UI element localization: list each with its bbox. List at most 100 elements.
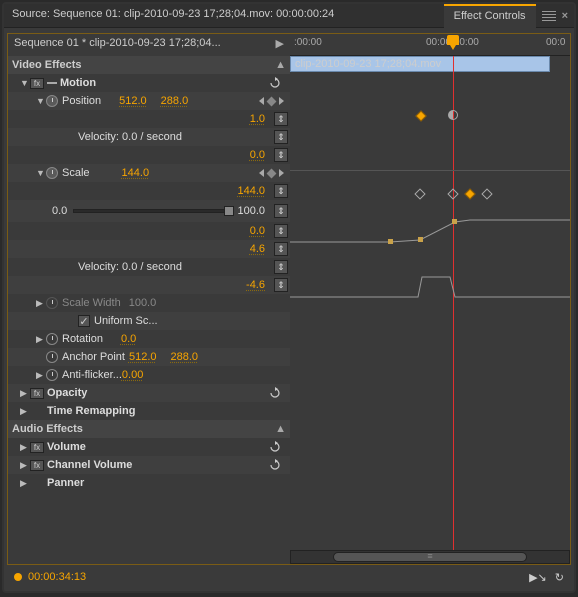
scale-slider[interactable] bbox=[73, 209, 231, 213]
keyframe-graph[interactable] bbox=[290, 72, 570, 548]
panner-label: Panner bbox=[47, 477, 84, 489]
twisty-closed-icon[interactable]: ▶ bbox=[36, 298, 46, 309]
keyframe-diamond[interactable] bbox=[447, 188, 458, 199]
channel-volume-row[interactable]: ▶ fx Channel Volume bbox=[8, 456, 290, 474]
anchor-x[interactable]: 512.0 bbox=[129, 351, 157, 363]
twisty-closed-icon[interactable]: ▶ bbox=[20, 460, 30, 471]
twisty-closed-icon[interactable]: ▶ bbox=[36, 334, 46, 345]
position-graph-min[interactable]: 0.0 bbox=[250, 149, 265, 161]
prev-keyframe-icon[interactable] bbox=[259, 97, 264, 105]
next-keyframe-icon[interactable] bbox=[279, 97, 284, 105]
graph-scale-button[interactable]: ⇕ bbox=[274, 278, 288, 292]
fx-badge-icon[interactable]: fx bbox=[30, 388, 44, 399]
keyframe-diamond[interactable] bbox=[415, 110, 426, 121]
playhead-marker[interactable] bbox=[447, 35, 459, 45]
add-keyframe-icon[interactable] bbox=[267, 96, 277, 106]
position-graph-max[interactable]: 1.0 bbox=[250, 113, 265, 125]
opacity-row[interactable]: ▶ fx Opacity bbox=[8, 384, 290, 402]
keyframe-diamond[interactable] bbox=[481, 188, 492, 199]
scale-vel-min[interactable]: -4.6 bbox=[246, 279, 265, 291]
position-x-value[interactable]: 512.0 bbox=[119, 95, 147, 107]
graph-scale-button[interactable]: ⇕ bbox=[274, 204, 288, 218]
antiflicker-label: Anti-flicker... bbox=[62, 369, 122, 381]
antiflicker-value[interactable]: 0.00 bbox=[122, 369, 143, 381]
keyframe-diamond[interactable] bbox=[464, 188, 475, 199]
loop-icon[interactable]: ↻ bbox=[555, 571, 564, 584]
position-row[interactable]: ▼ Position 512.0 288.0 bbox=[8, 92, 290, 110]
anchor-label: Anchor Point bbox=[62, 351, 125, 363]
reset-opacity-icon[interactable] bbox=[268, 387, 282, 399]
twisty-closed-icon[interactable]: ▶ bbox=[20, 406, 30, 417]
anchor-y[interactable]: 288.0 bbox=[171, 351, 199, 363]
collapse-icon[interactable]: ▲ bbox=[275, 423, 286, 435]
anchor-row[interactable]: ▶ Anchor Point 512.0 288.0 bbox=[8, 348, 290, 366]
stopwatch-icon[interactable] bbox=[46, 369, 58, 381]
sequence-path: Sequence 01 * clip-2010-09-23 17;28;04..… bbox=[8, 34, 290, 56]
graph-scale-button[interactable]: ⇕ bbox=[274, 260, 288, 274]
twisty-closed-icon[interactable]: ▶ bbox=[36, 370, 46, 381]
timeline-scrollbar[interactable] bbox=[290, 550, 570, 564]
clip-bar[interactable]: clip-2010-09-23 17;28;04.mov bbox=[290, 56, 550, 72]
time-ruler[interactable]: :00:00 00:00:30:00 00:0 bbox=[290, 34, 570, 56]
stopwatch-icon[interactable] bbox=[46, 333, 58, 345]
time-remapping-row[interactable]: ▶ fx Time Remapping bbox=[8, 402, 290, 420]
audio-effects-header[interactable]: Audio Effects ▲ bbox=[8, 420, 290, 438]
uniform-scale-row[interactable]: ✓ Uniform Sc... bbox=[8, 312, 290, 330]
stopwatch-icon[interactable] bbox=[46, 95, 58, 107]
scale-graph-min[interactable]: 0.0 bbox=[250, 225, 265, 237]
chevron-right-icon[interactable]: ▶ bbox=[276, 37, 284, 50]
twisty-closed-icon[interactable]: ▶ bbox=[20, 388, 30, 399]
reset-volume-icon[interactable] bbox=[268, 441, 282, 453]
collapse-icon[interactable]: ▲ bbox=[275, 59, 286, 71]
scale-width-row[interactable]: ▶ Scale Width 100.0 bbox=[8, 294, 290, 312]
stopwatch-icon[interactable] bbox=[46, 167, 58, 179]
scale-value[interactable]: 144.0 bbox=[122, 167, 150, 179]
fx-badge-icon[interactable]: fx bbox=[30, 442, 44, 453]
play-only-icon[interactable]: ▶↘ bbox=[529, 571, 547, 584]
keyframe-hold-icon[interactable] bbox=[448, 110, 458, 120]
scale-velocity-label: Velocity: 0.0 / second bbox=[78, 261, 182, 273]
slider-thumb[interactable] bbox=[224, 206, 234, 216]
keyframe-diamond[interactable] bbox=[414, 188, 425, 199]
volume-row[interactable]: ▶ fx Volume bbox=[8, 438, 290, 456]
twisty-closed-icon[interactable]: ▶ bbox=[20, 478, 30, 489]
reset-channel-volume-icon[interactable] bbox=[268, 459, 282, 471]
scrollbar-thumb[interactable] bbox=[333, 552, 528, 562]
rotation-value[interactable]: 0.0 bbox=[121, 333, 136, 345]
scale-vel-max[interactable]: 4.6 bbox=[250, 243, 265, 255]
twisty-open-icon[interactable]: ▼ bbox=[36, 96, 46, 106]
stopwatch-icon[interactable] bbox=[46, 351, 58, 363]
fx-badge-icon[interactable]: fx bbox=[30, 78, 44, 89]
antiflicker-row[interactable]: ▶ Anti-flicker... 0.00 bbox=[8, 366, 290, 384]
graph-scale-button[interactable]: ⇕ bbox=[274, 112, 288, 126]
video-effects-header[interactable]: Video Effects ▲ bbox=[8, 56, 290, 74]
add-keyframe-icon[interactable] bbox=[267, 168, 277, 178]
source-tab[interactable]: Source: Sequence 01: clip-2010-09-23 17;… bbox=[4, 4, 444, 28]
position-y-value[interactable]: 288.0 bbox=[161, 95, 189, 107]
twisty-open-icon[interactable]: ▼ bbox=[36, 168, 46, 178]
uniform-scale-checkbox[interactable]: ✓ bbox=[78, 315, 90, 327]
close-panel-icon[interactable]: × bbox=[562, 10, 568, 22]
prev-keyframe-icon[interactable] bbox=[259, 169, 264, 177]
rotation-row[interactable]: ▶ Rotation 0.0 bbox=[8, 330, 290, 348]
reset-motion-icon[interactable] bbox=[268, 77, 282, 89]
effect-controls-tab[interactable]: Effect Controls bbox=[444, 4, 536, 28]
timeline-pane[interactable]: :00:00 00:00:30:00 00:0 clip-2010-09-23 … bbox=[290, 34, 570, 564]
twisty-closed-icon[interactable]: ▶ bbox=[20, 442, 30, 453]
twisty-open-icon[interactable]: ▼ bbox=[20, 78, 30, 88]
graph-scale-button[interactable]: ⇕ bbox=[274, 242, 288, 256]
position-velocity-label: Velocity: 0.0 / second bbox=[78, 131, 182, 143]
motion-effect-row[interactable]: ▼ fx Motion bbox=[8, 74, 290, 92]
panel-menu-icon[interactable] bbox=[542, 11, 556, 21]
graph-scale-button[interactable]: ⇕ bbox=[274, 148, 288, 162]
scale-graph-max[interactable]: 144.0 bbox=[237, 185, 265, 197]
panner-row[interactable]: ▶ fx Panner bbox=[8, 474, 290, 492]
fx-badge-icon[interactable]: fx bbox=[30, 460, 44, 471]
current-timecode[interactable]: 00:00:34:13 bbox=[28, 571, 86, 583]
graph-scale-button[interactable]: ⇕ bbox=[274, 224, 288, 238]
fx-bypass-icon[interactable] bbox=[47, 80, 57, 86]
scale-row[interactable]: ▼ Scale 144.0 bbox=[8, 164, 290, 182]
graph-scale-button[interactable]: ⇕ bbox=[274, 130, 288, 144]
graph-scale-button[interactable]: ⇕ bbox=[274, 184, 288, 198]
next-keyframe-icon[interactable] bbox=[279, 169, 284, 177]
